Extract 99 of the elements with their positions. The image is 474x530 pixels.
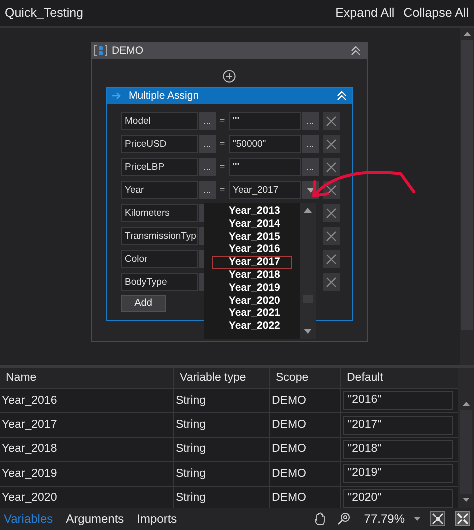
scroll-down-icon[interactable] xyxy=(304,329,312,334)
panel-tab[interactable]: Variables xyxy=(4,512,54,526)
default-value-field[interactable]: "2017" xyxy=(343,416,453,435)
table-cell: String xyxy=(176,419,206,432)
expression-button[interactable]: ... xyxy=(302,112,319,130)
column-header[interactable]: Variable type xyxy=(174,368,270,388)
expression-button[interactable]: ... xyxy=(199,158,216,176)
dropdown-option[interactable]: Year_2013 xyxy=(212,205,292,218)
target-field[interactable]: PriceLBP xyxy=(121,158,198,176)
zoom-level[interactable]: 77.79% xyxy=(364,512,405,526)
table-cell: String xyxy=(176,492,206,504)
caret-icon xyxy=(306,188,314,192)
close-icon xyxy=(326,208,337,218)
delete-button[interactable] xyxy=(323,273,340,291)
dropdown-option[interactable]: Year_2015 xyxy=(212,230,292,244)
default-value-field[interactable]: "2020" xyxy=(343,488,453,508)
table-cell: DEMO xyxy=(272,419,306,432)
scroll-up-icon[interactable] xyxy=(464,32,470,36)
expression-button[interactable]: ... xyxy=(302,135,319,153)
target-field[interactable]: PriceUSD xyxy=(121,135,198,153)
dropdown-option[interactable]: Year_2020 xyxy=(212,294,292,308)
expression-button[interactable]: ... xyxy=(302,158,319,176)
table-cell: DEMO xyxy=(272,468,306,480)
equals-sign: = xyxy=(218,185,226,195)
expression-button[interactable]: ... xyxy=(199,181,216,199)
assign-icon xyxy=(111,92,123,100)
search-icon[interactable] xyxy=(337,512,352,526)
value-field[interactable]: Year_2017 xyxy=(229,181,301,199)
column-header[interactable]: Name xyxy=(0,368,174,388)
equals-sign: = xyxy=(218,162,226,172)
close-icon xyxy=(326,276,337,288)
target-field[interactable]: BodyType xyxy=(121,273,198,291)
table-cell: String xyxy=(176,468,206,480)
equals-sign: = xyxy=(218,139,226,149)
default-value-field[interactable]: "2019" xyxy=(343,464,453,484)
sequence-icon xyxy=(94,45,108,57)
table-cell: Year_2018 xyxy=(2,443,58,456)
table-cell: Year_2020 xyxy=(2,492,58,504)
dropdown-option[interactable]: Year_2018 xyxy=(212,268,292,282)
equals-sign: = xyxy=(218,116,226,126)
scrollbar[interactable] xyxy=(300,203,316,339)
header-link[interactable]: Collapse All xyxy=(404,6,469,20)
dropdown-option[interactable]: Year_2014 xyxy=(212,218,292,231)
activity-title: Multiple Assign xyxy=(129,90,200,102)
default-value-field[interactable]: "2018" xyxy=(343,440,453,459)
delete-button[interactable] xyxy=(323,204,340,222)
delete-button[interactable] xyxy=(323,250,340,268)
header-link[interactable]: Expand All xyxy=(336,6,395,20)
add-activity-icon[interactable] xyxy=(223,70,236,83)
column-header[interactable]: Scope xyxy=(270,368,341,388)
table-cell: DEMO xyxy=(272,492,306,504)
target-field[interactable]: Model xyxy=(121,112,198,130)
fullscreen-icon[interactable] xyxy=(455,511,471,527)
delete-button[interactable] xyxy=(323,112,340,130)
scrollbar[interactable] xyxy=(458,368,474,508)
dropdown-option[interactable]: Year_2016 xyxy=(212,243,292,256)
table-cell: Year_2016 xyxy=(2,394,58,407)
panel-tab[interactable]: Imports xyxy=(137,512,178,526)
close-icon xyxy=(326,254,337,264)
value-field[interactable]: "" xyxy=(229,112,301,130)
close-icon xyxy=(326,230,337,242)
dropdown-option[interactable]: Year_2021 xyxy=(212,307,292,320)
workflow-title: Quick_Testing xyxy=(5,6,84,20)
close-icon xyxy=(326,162,337,172)
value-field[interactable]: "50000" xyxy=(229,135,301,153)
panel-tab[interactable]: Arguments xyxy=(66,512,124,526)
close-icon xyxy=(326,184,337,196)
table-cell: String xyxy=(176,394,206,407)
delete-button[interactable] xyxy=(323,135,340,153)
table-cell: Year_2017 xyxy=(2,419,58,432)
target-field[interactable]: Kilometers xyxy=(121,204,198,222)
table-cell: Year_2019 xyxy=(2,468,58,480)
close-icon xyxy=(326,116,337,126)
column-header[interactable]: Default xyxy=(341,368,456,388)
scroll-up-icon[interactable] xyxy=(304,208,312,213)
dropdown-option[interactable]: Year_2022 xyxy=(212,320,292,333)
value-field[interactable]: "" xyxy=(229,158,301,176)
sequence-title: DEMO xyxy=(112,45,144,57)
add-button[interactable]: Add xyxy=(121,295,166,312)
default-value-field[interactable]: "2016" xyxy=(343,391,453,410)
target-field[interactable]: Color xyxy=(121,250,198,268)
fit-to-screen-icon[interactable] xyxy=(430,511,446,527)
dropdown-option[interactable]: Year_2017 xyxy=(212,256,292,269)
close-icon xyxy=(326,138,337,150)
scrollbar[interactable] xyxy=(460,28,474,365)
scroll-down-icon[interactable] xyxy=(462,498,470,502)
delete-button[interactable] xyxy=(323,158,340,176)
collapse-icon[interactable] xyxy=(351,46,361,56)
dropdown-option[interactable]: Year_2019 xyxy=(212,282,292,295)
expression-button[interactable]: ... xyxy=(199,135,216,153)
expression-button[interactable]: ... xyxy=(199,112,216,130)
target-field[interactable]: TransmissionTyp xyxy=(121,227,198,245)
caret-icon[interactable] xyxy=(414,517,421,521)
target-field[interactable]: Year xyxy=(121,181,198,199)
table-cell: DEMO xyxy=(272,443,306,456)
scroll-up-icon[interactable] xyxy=(462,402,470,406)
table-cell: DEMO xyxy=(272,394,306,407)
delete-button[interactable] xyxy=(323,227,340,245)
table-cell: String xyxy=(176,443,206,456)
